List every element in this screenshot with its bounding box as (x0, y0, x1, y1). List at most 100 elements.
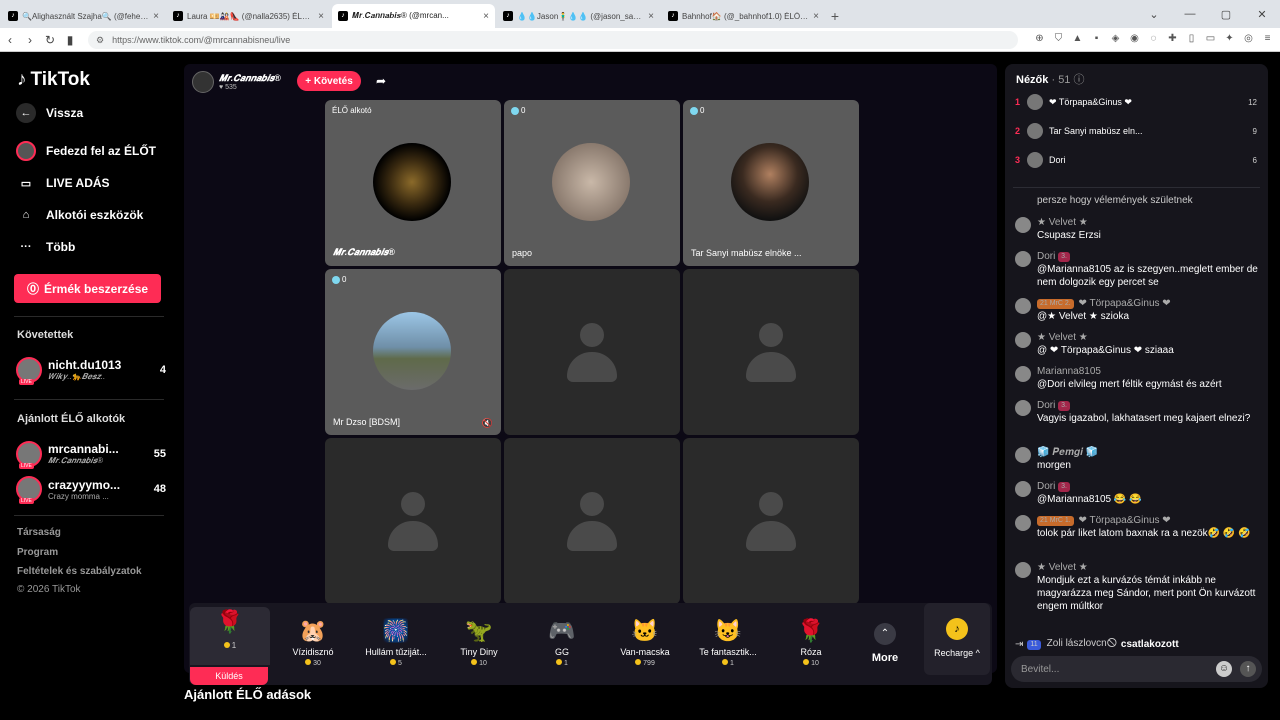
account-subtitle: 𝑾𝒊𝒌𝒚..🐆𝑩𝒆𝒔𝒛.. (48, 372, 106, 381)
chat-message[interactable]: Dori 3. @Marianna8105 az is szegyen..megl… (1015, 250, 1260, 289)
extension-icon[interactable]: ▪ (1090, 32, 1103, 46)
gift-item[interactable]: 🐹 Vízidisznó 30 (273, 603, 353, 685)
chat-message[interactable]: 🧊 𝑷𝒆𝒎𝒈𝒊 🧊 morgen (1015, 446, 1260, 472)
footer-link-company[interactable]: Társaság (17, 527, 61, 538)
extension-icon[interactable]: ◉ (1128, 32, 1141, 46)
gift-item[interactable]: 😺 Te fantasztik... 1 (688, 603, 768, 685)
empty-seat[interactable] (504, 269, 680, 435)
guest-cell[interactable]: 0 Tar Sanyi mabüsz elnöke ... (683, 100, 859, 266)
chat-message[interactable]: 21 MrC 1. ❤ Törpapa&Ginus ❤ tolok pár lik… (1015, 514, 1260, 540)
browser-tab[interactable]: ♪ 🔍Alighasznált Szajha🔍 (@feherfa... × (2, 4, 165, 28)
browser-tab[interactable]: ♪ 💧💧Jason🧍‍♂️💧💧 (@jason_samara... × (497, 4, 660, 28)
menu-icon[interactable]: ≡ (1261, 32, 1274, 46)
share-icon[interactable]: ➦ (376, 74, 386, 88)
cat-icon: 😺 (714, 618, 742, 643)
follow-button[interactable]: + Követés (297, 71, 361, 91)
send-message-icon[interactable]: ↑ (1240, 661, 1256, 677)
browser-tab[interactable]: ♪ Bahnhof🏠 (@_bahnhof1.0) ÉLŐ adá... × (662, 4, 825, 28)
coin-icon (722, 659, 729, 665)
tiktok-logo[interactable]: ♪ TikTok (17, 69, 90, 91)
extension-icon[interactable]: ◌ (1147, 32, 1160, 46)
close-window-icon[interactable]: ✕ (1244, 8, 1280, 21)
gift-rose-selected[interactable]: 🌹 1 Küldés (190, 603, 270, 685)
puzzle-icon[interactable]: ✚ (1166, 32, 1179, 46)
chat-text: Csupasz Erzsi (1037, 230, 1101, 241)
close-tab-icon[interactable]: × (483, 11, 489, 22)
host-info[interactable]: 𝑴𝒓.𝑪𝒂𝒏𝒏𝒂𝒃𝒊𝒔® ♥ 535 (192, 70, 281, 94)
buy-coins-button[interactable]: ⓪ Érmék beszerzése (14, 274, 161, 303)
chat-message[interactable]: Marianna8105 @Dori elvileg mert féltik eg… (1015, 365, 1260, 391)
chat-message[interactable]: ★ Velvet ★ Mondjuk ezt a kurvázós témát i… (1015, 561, 1260, 613)
site-info-icon[interactable]: ⚙ (96, 35, 104, 46)
gift-item[interactable]: 🦖 Tiny Diny 10 (439, 603, 519, 685)
forward-icon[interactable]: › (20, 33, 40, 47)
rewards-icon[interactable]: ▲ (1071, 32, 1084, 46)
sidebar-item-creator-tools[interactable]: ⌂ Alkotói eszközök (16, 205, 144, 225)
empty-seat[interactable] (325, 438, 501, 604)
info-icon[interactable]: ⓘ (1074, 74, 1085, 86)
gift-item[interactable]: 🎮 GG 1 (522, 603, 602, 685)
sidebar-item-more[interactable]: ··· Több (16, 237, 76, 257)
chat-message[interactable]: ★ Velvet ★ @ ❤ Törpapa&Ginus ❤ sziaaa (1015, 331, 1260, 357)
back-link[interactable]: ← Vissza (16, 103, 83, 123)
host-name: 𝑴𝒓.𝑪𝒂𝒏𝒏𝒂𝒃𝒊𝒔® (219, 73, 281, 83)
extension-icon[interactable]: ◈ (1109, 32, 1122, 46)
more-gifts-button[interactable]: ⌃ More (859, 623, 911, 664)
bookmark-icon[interactable]: ▮ (60, 33, 80, 47)
close-tab-icon[interactable]: × (318, 11, 324, 22)
guest-cell[interactable]: 0 Mr Dzso [BDSM] 🔇 (325, 269, 501, 435)
top-viewer[interactable]: 2 Tar Sanyi mabüsz eln... 9 (1015, 121, 1257, 141)
chat-message[interactable]: 21 MrC 2. ❤ Törpapa&Ginus ❤ @★ Velvet ★ s… (1015, 297, 1260, 323)
reload-icon[interactable]: ↻ (40, 33, 60, 47)
gift-item[interactable]: 🎆 Hullám tűziját... 5 (356, 603, 436, 685)
browser-tab[interactable]: ♪Laura 💴🎎👠 (@nalla2635) ÉLŐ adá...× (167, 4, 330, 28)
new-tab-icon[interactable]: + (825, 4, 845, 28)
chat-message[interactable]: Dori 3. Vagyis igazabol, lakhatasert meg … (1015, 399, 1260, 425)
chat-message[interactable]: ★ Velvet ★ Csupasz Erzsi (1015, 216, 1260, 242)
ai-icon[interactable]: ✦ (1223, 32, 1236, 46)
back-icon[interactable]: ‹ (0, 33, 20, 47)
close-tab-icon[interactable]: × (813, 11, 819, 22)
maximize-icon[interactable]: ▢ (1208, 8, 1244, 21)
coin-icon (305, 659, 312, 665)
tiktok-favicon-icon: ♪ (668, 11, 678, 21)
top-viewer[interactable]: 3 Dori 6 (1015, 150, 1257, 170)
emoji-icon[interactable]: ☺ (1216, 661, 1232, 677)
person-placeholder-icon (566, 492, 618, 552)
gift-item[interactable]: 🐱 Van-macska 799 (605, 603, 685, 685)
wallet-icon[interactable]: ▭ (1204, 32, 1217, 46)
chat-partial-message: persze hogy vélemények születnek (1037, 195, 1193, 206)
recommended-account[interactable]: mrcannabi...𝑴𝒓.𝑪𝒂𝒏𝒏𝒂𝒃𝒊𝒔® 55 (16, 439, 166, 469)
empty-seat[interactable] (504, 438, 680, 604)
send-gift-button[interactable]: Küldés (190, 667, 268, 685)
empty-seat[interactable] (683, 438, 859, 604)
tiktok-favicon-icon: ♪ (338, 11, 348, 21)
minimize-icon[interactable]: — (1172, 8, 1208, 20)
close-tab-icon[interactable]: × (153, 11, 159, 22)
brave-shield-icon[interactable]: ⛉ (1052, 32, 1065, 46)
url-field[interactable]: ⚙ https://www.tiktok.com/@mrcannabisneu/l… (88, 31, 1018, 49)
avatar (1015, 562, 1031, 578)
browser-tab-active[interactable]: ♪ 𝑴𝒓.𝑪𝒂𝒏𝒏𝒂𝒃𝒊𝒔® (@mrcan... × (332, 4, 495, 28)
footer-link-program[interactable]: Program (17, 547, 58, 558)
avatar (16, 357, 42, 385)
guest-cell-host[interactable]: ÉLŐ alkotó 𝑴𝒓.𝑪𝒂𝒏𝒏𝒂𝒃𝒊𝒔® (325, 100, 501, 266)
viewers-header[interactable]: Nézők · 51 ⓘ (1016, 71, 1085, 87)
sidebar-icon[interactable]: ▯ (1185, 32, 1198, 46)
recharge-button[interactable]: ♪ Recharge ^ (924, 603, 990, 675)
tab-search-icon[interactable]: ⌄ (1136, 8, 1172, 21)
top-viewer[interactable]: 1 ❤ Törpapa&Ginus ❤ 12 (1015, 92, 1257, 112)
sidebar-item-explore-live[interactable]: Fedezd fel az ÉLŐT (16, 141, 156, 161)
chat-input[interactable] (1021, 661, 1211, 677)
guest-cell[interactable]: 0 papo (504, 100, 680, 266)
sidebar-item-live[interactable]: ▭ LIVE ADÁS (16, 173, 110, 193)
close-tab-icon[interactable]: × (648, 11, 654, 22)
empty-seat[interactable] (683, 269, 859, 435)
zoom-icon[interactable]: ⊕ (1033, 32, 1046, 46)
recommended-account[interactable]: crazyyymo...Crazy momma ... 48 (16, 474, 166, 504)
chat-message[interactable]: Dori 3. @Marianna8105 😂 😂 (1015, 480, 1260, 506)
vpn-icon[interactable]: ◎ (1242, 32, 1255, 46)
following-account[interactable]: nicht.du1013𝑾𝒊𝒌𝒚..🐆𝑩𝒆𝒔𝒛.. 4 (16, 355, 166, 385)
gift-item[interactable]: 🌹 Róza 10 (771, 603, 851, 685)
footer-link-terms[interactable]: Feltételek és szabályzatok (17, 566, 142, 577)
